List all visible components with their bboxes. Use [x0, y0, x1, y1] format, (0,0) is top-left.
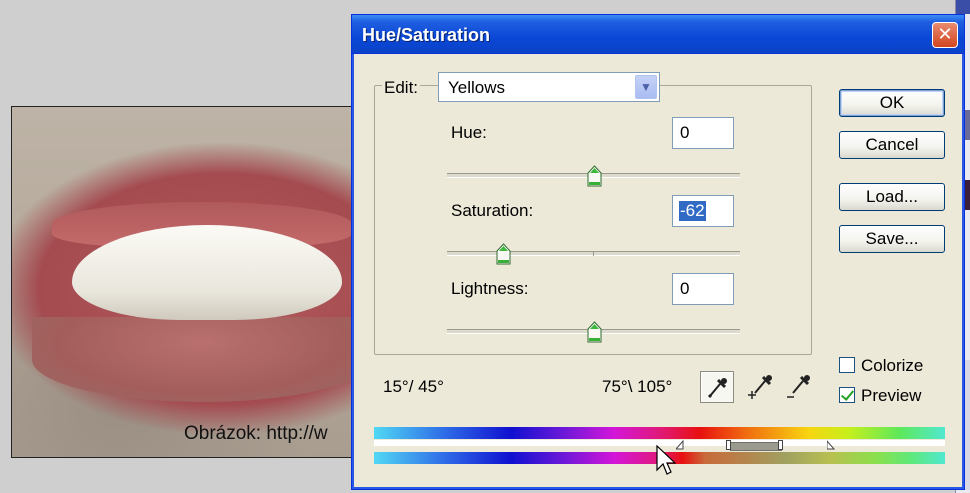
- range-bar[interactable]: [730, 442, 782, 451]
- photo-caption: Obrázok: http://w: [184, 423, 328, 444]
- mouse-cursor-icon: [656, 445, 676, 475]
- hue-input[interactable]: 0: [672, 117, 734, 149]
- load-button[interactable]: Load...: [839, 183, 945, 211]
- saturation-slider-thumb[interactable]: [496, 243, 511, 265]
- hue-label: Hue:: [451, 123, 487, 142]
- window-edge-accent: [956, 0, 970, 14]
- dialog-titlebar[interactable]: Hue/Saturation ✕: [352, 15, 964, 54]
- saturation-label: Saturation:: [451, 201, 534, 220]
- range-right-handle[interactable]: [778, 440, 784, 450]
- range-right-falloff-handle[interactable]: [827, 440, 835, 450]
- input-color-spectrum: [374, 427, 945, 439]
- lightness-label: Lightness:: [451, 279, 529, 298]
- dialog-title: Hue/Saturation: [362, 25, 491, 45]
- eyedropper-button[interactable]: [700, 371, 734, 403]
- adjustment-group: [374, 85, 812, 355]
- eyedropper-add-button[interactable]: [744, 371, 778, 403]
- saturation-input[interactable]: -62: [672, 195, 734, 227]
- ok-button[interactable]: OK: [839, 89, 945, 117]
- hue-slider-thumb[interactable]: [587, 165, 602, 187]
- background-photo: Obrázok: http://w: [11, 106, 363, 458]
- range-left-handle[interactable]: [726, 440, 732, 450]
- range-left-readout: 15°/ 45°: [383, 377, 444, 396]
- hue-saturation-dialog: Hue/Saturation ✕ Edit: Yellows ▼ Hue: 0 …: [351, 14, 965, 490]
- close-icon: ✕: [937, 24, 953, 44]
- preview-checkbox[interactable]: [839, 387, 855, 403]
- lightness-input[interactable]: 0: [672, 273, 734, 305]
- close-button[interactable]: ✕: [932, 22, 958, 48]
- chevron-down-icon[interactable]: ▼: [635, 75, 657, 99]
- edit-dropdown[interactable]: Yellows ▼: [438, 72, 660, 102]
- eyedropper-icon: [707, 378, 727, 399]
- range-right-readout: 75°\ 105°: [602, 377, 673, 396]
- lightness-slider-thumb[interactable]: [587, 321, 602, 343]
- save-button[interactable]: Save...: [839, 225, 945, 253]
- eyedropper-plus-icon: [748, 375, 772, 399]
- preview-label[interactable]: Preview: [861, 386, 921, 406]
- saturation-center-tick: [593, 251, 594, 256]
- range-left-falloff-handle[interactable]: [676, 440, 684, 450]
- colorize-checkbox[interactable]: [839, 357, 855, 373]
- edit-dropdown-value: Yellows: [448, 78, 506, 97]
- edit-label: Edit:: [382, 78, 421, 98]
- eyedropper-minus-icon: [787, 375, 810, 398]
- colorize-label[interactable]: Colorize: [861, 356, 923, 376]
- photo-lower-lip: [32, 317, 362, 402]
- eyedropper-subtract-button[interactable]: [782, 371, 816, 403]
- cancel-button[interactable]: Cancel: [839, 131, 945, 159]
